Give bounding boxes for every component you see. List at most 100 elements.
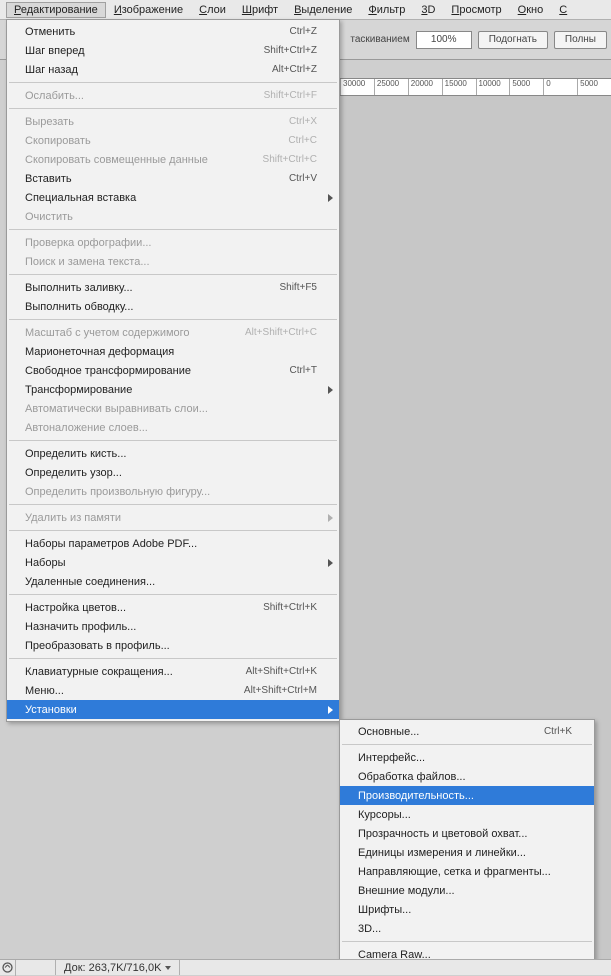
edit-menu-item[interactable]: Свободное трансформированиеCtrl+T bbox=[7, 361, 339, 380]
menu-item-label: Основные... bbox=[358, 726, 544, 738]
menu-separator bbox=[9, 82, 337, 83]
edit-menu-item: Автоматически выравнивать слои... bbox=[7, 399, 339, 418]
edit-menu-item[interactable]: Меню...Alt+Shift+Ctrl+M bbox=[7, 681, 339, 700]
menu-3d[interactable]: 3D bbox=[413, 2, 443, 18]
menubar: Редактирование Изображение Слои Шрифт Вы… bbox=[0, 0, 611, 20]
menu-item-shortcut: Shift+F5 bbox=[279, 282, 317, 293]
menu-item-label: Вырезать bbox=[25, 116, 289, 128]
menu-item-label: Преобразовать в профиль... bbox=[25, 640, 317, 652]
menu-item-label: Назначить профиль... bbox=[25, 621, 317, 633]
edit-menu-item[interactable]: Наборы параметров Adobe PDF... bbox=[7, 534, 339, 553]
edit-menu-item[interactable]: ОтменитьCtrl+Z bbox=[7, 22, 339, 41]
menu-filter[interactable]: Фильтр bbox=[360, 2, 413, 18]
edit-menu-item[interactable]: Шаг назадAlt+Ctrl+Z bbox=[7, 60, 339, 79]
menu-item-shortcut: Ctrl+V bbox=[289, 173, 317, 184]
edit-menu-item[interactable]: Назначить профиль... bbox=[7, 617, 339, 636]
chevron-down-icon bbox=[165, 966, 171, 970]
edit-menu-item[interactable]: Клавиатурные сокращения...Alt+Shift+Ctrl… bbox=[7, 662, 339, 681]
menu-separator bbox=[9, 594, 337, 595]
prefs-menu-item[interactable]: Направляющие, сетка и фрагменты... bbox=[340, 862, 594, 881]
menu-separator bbox=[9, 274, 337, 275]
menu-layers[interactable]: Слои bbox=[191, 2, 234, 18]
menu-select[interactable]: Выделение bbox=[286, 2, 360, 18]
menu-item-label: Курсоры... bbox=[358, 809, 572, 821]
prefs-menu-item[interactable]: Курсоры... bbox=[340, 805, 594, 824]
menu-item-shortcut: Ctrl+Z bbox=[290, 26, 318, 37]
menu-item-label: Поиск и замена текста... bbox=[25, 256, 317, 268]
edit-menu-item[interactable]: Выполнить обводку... bbox=[7, 297, 339, 316]
menu-separator bbox=[9, 319, 337, 320]
edit-menu-item[interactable]: Настройка цветов...Shift+Ctrl+K bbox=[7, 598, 339, 617]
edit-menu-item[interactable]: Трансформирование bbox=[7, 380, 339, 399]
menu-separator bbox=[342, 941, 592, 942]
menu-image[interactable]: Изображение bbox=[106, 2, 191, 18]
menu-view[interactable]: Просмотр bbox=[443, 2, 509, 18]
edit-menu-item[interactable]: Шаг впередShift+Ctrl+Z bbox=[7, 41, 339, 60]
menu-item-label: Выполнить заливку... bbox=[25, 282, 279, 294]
menu-item-label: Проверка орфографии... bbox=[25, 237, 317, 249]
menu-item-shortcut: Ctrl+T bbox=[290, 365, 318, 376]
chevron-right-icon bbox=[328, 706, 333, 714]
prefs-menu-item[interactable]: Основные...Ctrl+K bbox=[340, 722, 594, 741]
menu-help[interactable]: С bbox=[551, 2, 575, 18]
menu-item-label: Настройка цветов... bbox=[25, 602, 263, 614]
prefs-menu-item[interactable]: 3D... bbox=[340, 919, 594, 938]
edit-menu-item: Ослабить...Shift+Ctrl+F bbox=[7, 86, 339, 105]
prefs-menu-item[interactable]: Прозрачность и цветовой охват... bbox=[340, 824, 594, 843]
edit-menu-item[interactable]: Определить кисть... bbox=[7, 444, 339, 463]
edit-menu-item[interactable]: Удаленные соединения... bbox=[7, 572, 339, 591]
menu-window[interactable]: Окно bbox=[510, 2, 552, 18]
status-bar: Док: 263,7K/716,0K bbox=[0, 959, 611, 975]
edit-menu-item[interactable]: Выполнить заливку...Shift+F5 bbox=[7, 278, 339, 297]
menu-separator bbox=[9, 108, 337, 109]
edit-menu-item[interactable]: ВставитьCtrl+V bbox=[7, 169, 339, 188]
menu-item-label: Интерфейс... bbox=[358, 752, 572, 764]
full-button[interactable]: Полны bbox=[554, 31, 607, 49]
prefs-menu-item[interactable]: Производительность... bbox=[340, 786, 594, 805]
fit-button[interactable]: Подогнать bbox=[478, 31, 548, 49]
menu-item-label: Удаленные соединения... bbox=[25, 576, 317, 588]
chevron-right-icon bbox=[328, 194, 333, 202]
edit-menu-item: СкопироватьCtrl+C bbox=[7, 131, 339, 150]
chevron-right-icon bbox=[328, 559, 333, 567]
menu-type[interactable]: Шрифт bbox=[234, 2, 286, 18]
menu-separator bbox=[9, 440, 337, 441]
zoom-input[interactable]: 100% bbox=[416, 31, 472, 49]
edit-menu-item[interactable]: Установки bbox=[7, 700, 339, 719]
menu-item-label: Производительность... bbox=[358, 790, 572, 802]
menu-item-shortcut: Alt+Shift+Ctrl+C bbox=[245, 327, 317, 338]
menu-item-label: Марионеточная деформация bbox=[25, 346, 317, 358]
menu-item-shortcut: Ctrl+K bbox=[544, 726, 572, 737]
prefs-menu-item[interactable]: Шрифты... bbox=[340, 900, 594, 919]
prefs-menu-item[interactable]: Внешние модули... bbox=[340, 881, 594, 900]
menu-separator bbox=[9, 658, 337, 659]
edit-menu-item: Поиск и замена текста... bbox=[7, 252, 339, 271]
edit-menu-item: Удалить из памяти bbox=[7, 508, 339, 527]
horizontal-ruler: 3000025000200001500010000500005000 bbox=[340, 78, 611, 96]
menu-item-label: Установки bbox=[25, 704, 317, 716]
ruler-tick: 20000 bbox=[408, 79, 442, 95]
edit-menu-item: Масштаб с учетом содержимогоAlt+Shift+Ct… bbox=[7, 323, 339, 342]
menu-item-shortcut: Shift+Ctrl+F bbox=[264, 90, 317, 101]
menu-edit[interactable]: Редактирование bbox=[6, 2, 106, 18]
ruler-tick: 5000 bbox=[509, 79, 543, 95]
status-sync-icon[interactable] bbox=[0, 960, 16, 976]
edit-menu-item[interactable]: Специальная вставка bbox=[7, 188, 339, 207]
menu-item-shortcut: Shift+Ctrl+C bbox=[263, 154, 317, 165]
prefs-menu-item[interactable]: Интерфейс... bbox=[340, 748, 594, 767]
menu-item-label: Автоналожение слоев... bbox=[25, 422, 317, 434]
menu-item-label: Трансформирование bbox=[25, 384, 317, 396]
chevron-right-icon bbox=[328, 386, 333, 394]
menu-item-shortcut: Ctrl+C bbox=[288, 135, 317, 146]
menu-item-label: Наборы bbox=[25, 557, 317, 569]
edit-menu-item[interactable]: Преобразовать в профиль... bbox=[7, 636, 339, 655]
edit-menu-item[interactable]: Наборы bbox=[7, 553, 339, 572]
menu-item-label: Прозрачность и цветовой охват... bbox=[358, 828, 572, 840]
status-doc-size[interactable]: Док: 263,7K/716,0K bbox=[56, 960, 180, 975]
edit-menu-item[interactable]: Марионеточная деформация bbox=[7, 342, 339, 361]
edit-menu-item[interactable]: Определить узор... bbox=[7, 463, 339, 482]
menu-item-label: Отменить bbox=[25, 26, 290, 38]
prefs-menu-item[interactable]: Обработка файлов... bbox=[340, 767, 594, 786]
menu-item-label: Свободное трансформирование bbox=[25, 365, 290, 377]
prefs-menu-item[interactable]: Единицы измерения и линейки... bbox=[340, 843, 594, 862]
